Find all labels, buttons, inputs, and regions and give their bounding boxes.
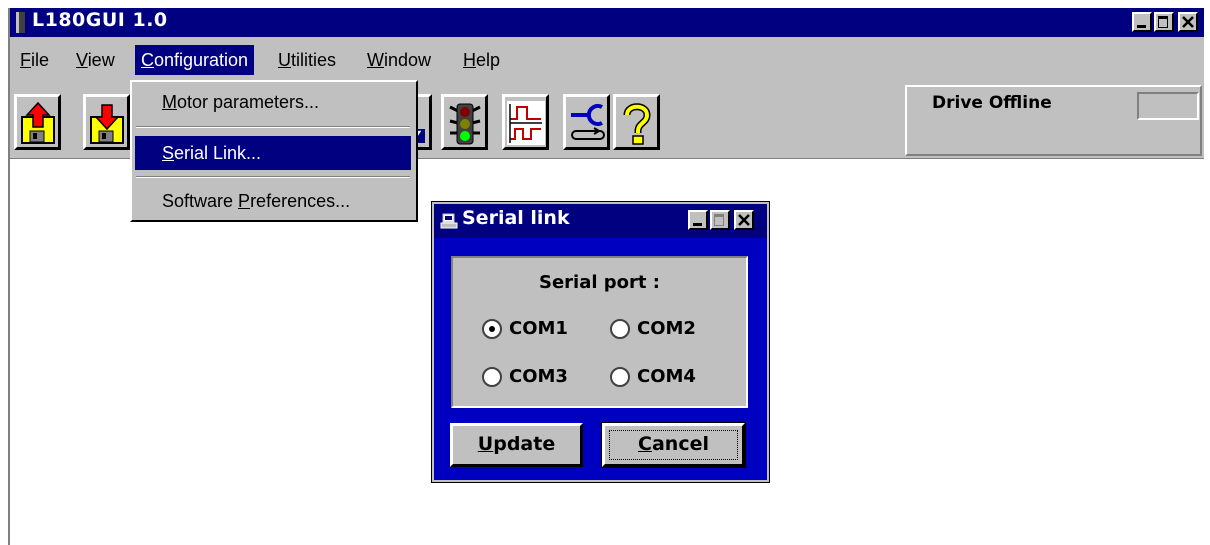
menu-item-motor-parameters[interactable]: Motor parameters... <box>135 85 411 119</box>
menu-item-serial-link[interactable]: Serial Link... <box>135 136 411 170</box>
download-button[interactable] <box>83 94 130 150</box>
maximize-icon <box>714 214 724 226</box>
menu-separator <box>136 176 410 178</box>
serial-port-label: Serial port : <box>539 272 660 293</box>
loop-connect-button[interactable] <box>563 94 610 150</box>
menu-file[interactable]: File <box>20 45 49 75</box>
maximize-icon <box>1158 16 1168 28</box>
menu-configuration[interactable]: Configuration <box>135 45 255 75</box>
dialog-maximize-button[interactable] <box>710 210 730 230</box>
upload-icon <box>21 101 55 144</box>
computer-icon[interactable] <box>440 213 458 229</box>
radio-circle <box>482 367 502 387</box>
minimize-icon <box>693 223 702 226</box>
dialog-close-button[interactable] <box>734 210 754 230</box>
radio-dot <box>489 326 495 332</box>
drive-status-label: Drive Offline <box>932 93 1052 113</box>
close-icon <box>738 214 750 226</box>
menu-window[interactable]: Window <box>367 45 431 75</box>
close-icon <box>1182 16 1194 28</box>
traffic-light-button[interactable] <box>441 94 488 150</box>
dialog-title: Serial link <box>462 207 570 229</box>
signal-timing-button[interactable] <box>502 94 549 150</box>
download-icon <box>90 104 124 144</box>
window-title: L180GUI 1.0 <box>32 9 168 31</box>
help-icon <box>623 103 651 145</box>
signal-timing-icon <box>507 101 545 145</box>
main-titlebar[interactable] <box>10 8 1204 37</box>
menu-separator <box>136 126 410 128</box>
radio-circle <box>610 319 630 339</box>
upload-button[interactable] <box>14 94 61 150</box>
minimize-icon <box>1137 25 1146 28</box>
menu-help[interactable]: Help <box>463 45 500 75</box>
menu-utilities[interactable]: Utilities <box>278 45 336 75</box>
traffic-light-icon <box>449 103 481 145</box>
maximize-button[interactable] <box>1154 12 1174 32</box>
close-button[interactable] <box>1178 12 1198 32</box>
focus-rect <box>609 430 738 460</box>
menu-view[interactable]: View <box>76 45 115 75</box>
status-indicator <box>1137 92 1199 120</box>
minimize-button[interactable] <box>1132 12 1152 32</box>
app-icon[interactable] <box>16 12 25 33</box>
radio-circle <box>482 319 502 339</box>
cancel-button[interactable]: Cancel <box>601 422 746 468</box>
loop-connect-icon <box>571 104 605 140</box>
dialog-minimize-button[interactable] <box>688 210 708 230</box>
menu-item-software-preferences[interactable]: Software Preferences... <box>135 184 411 218</box>
radio-circle <box>610 367 630 387</box>
help-button[interactable] <box>613 94 660 150</box>
update-button[interactable]: Update <box>450 423 583 467</box>
